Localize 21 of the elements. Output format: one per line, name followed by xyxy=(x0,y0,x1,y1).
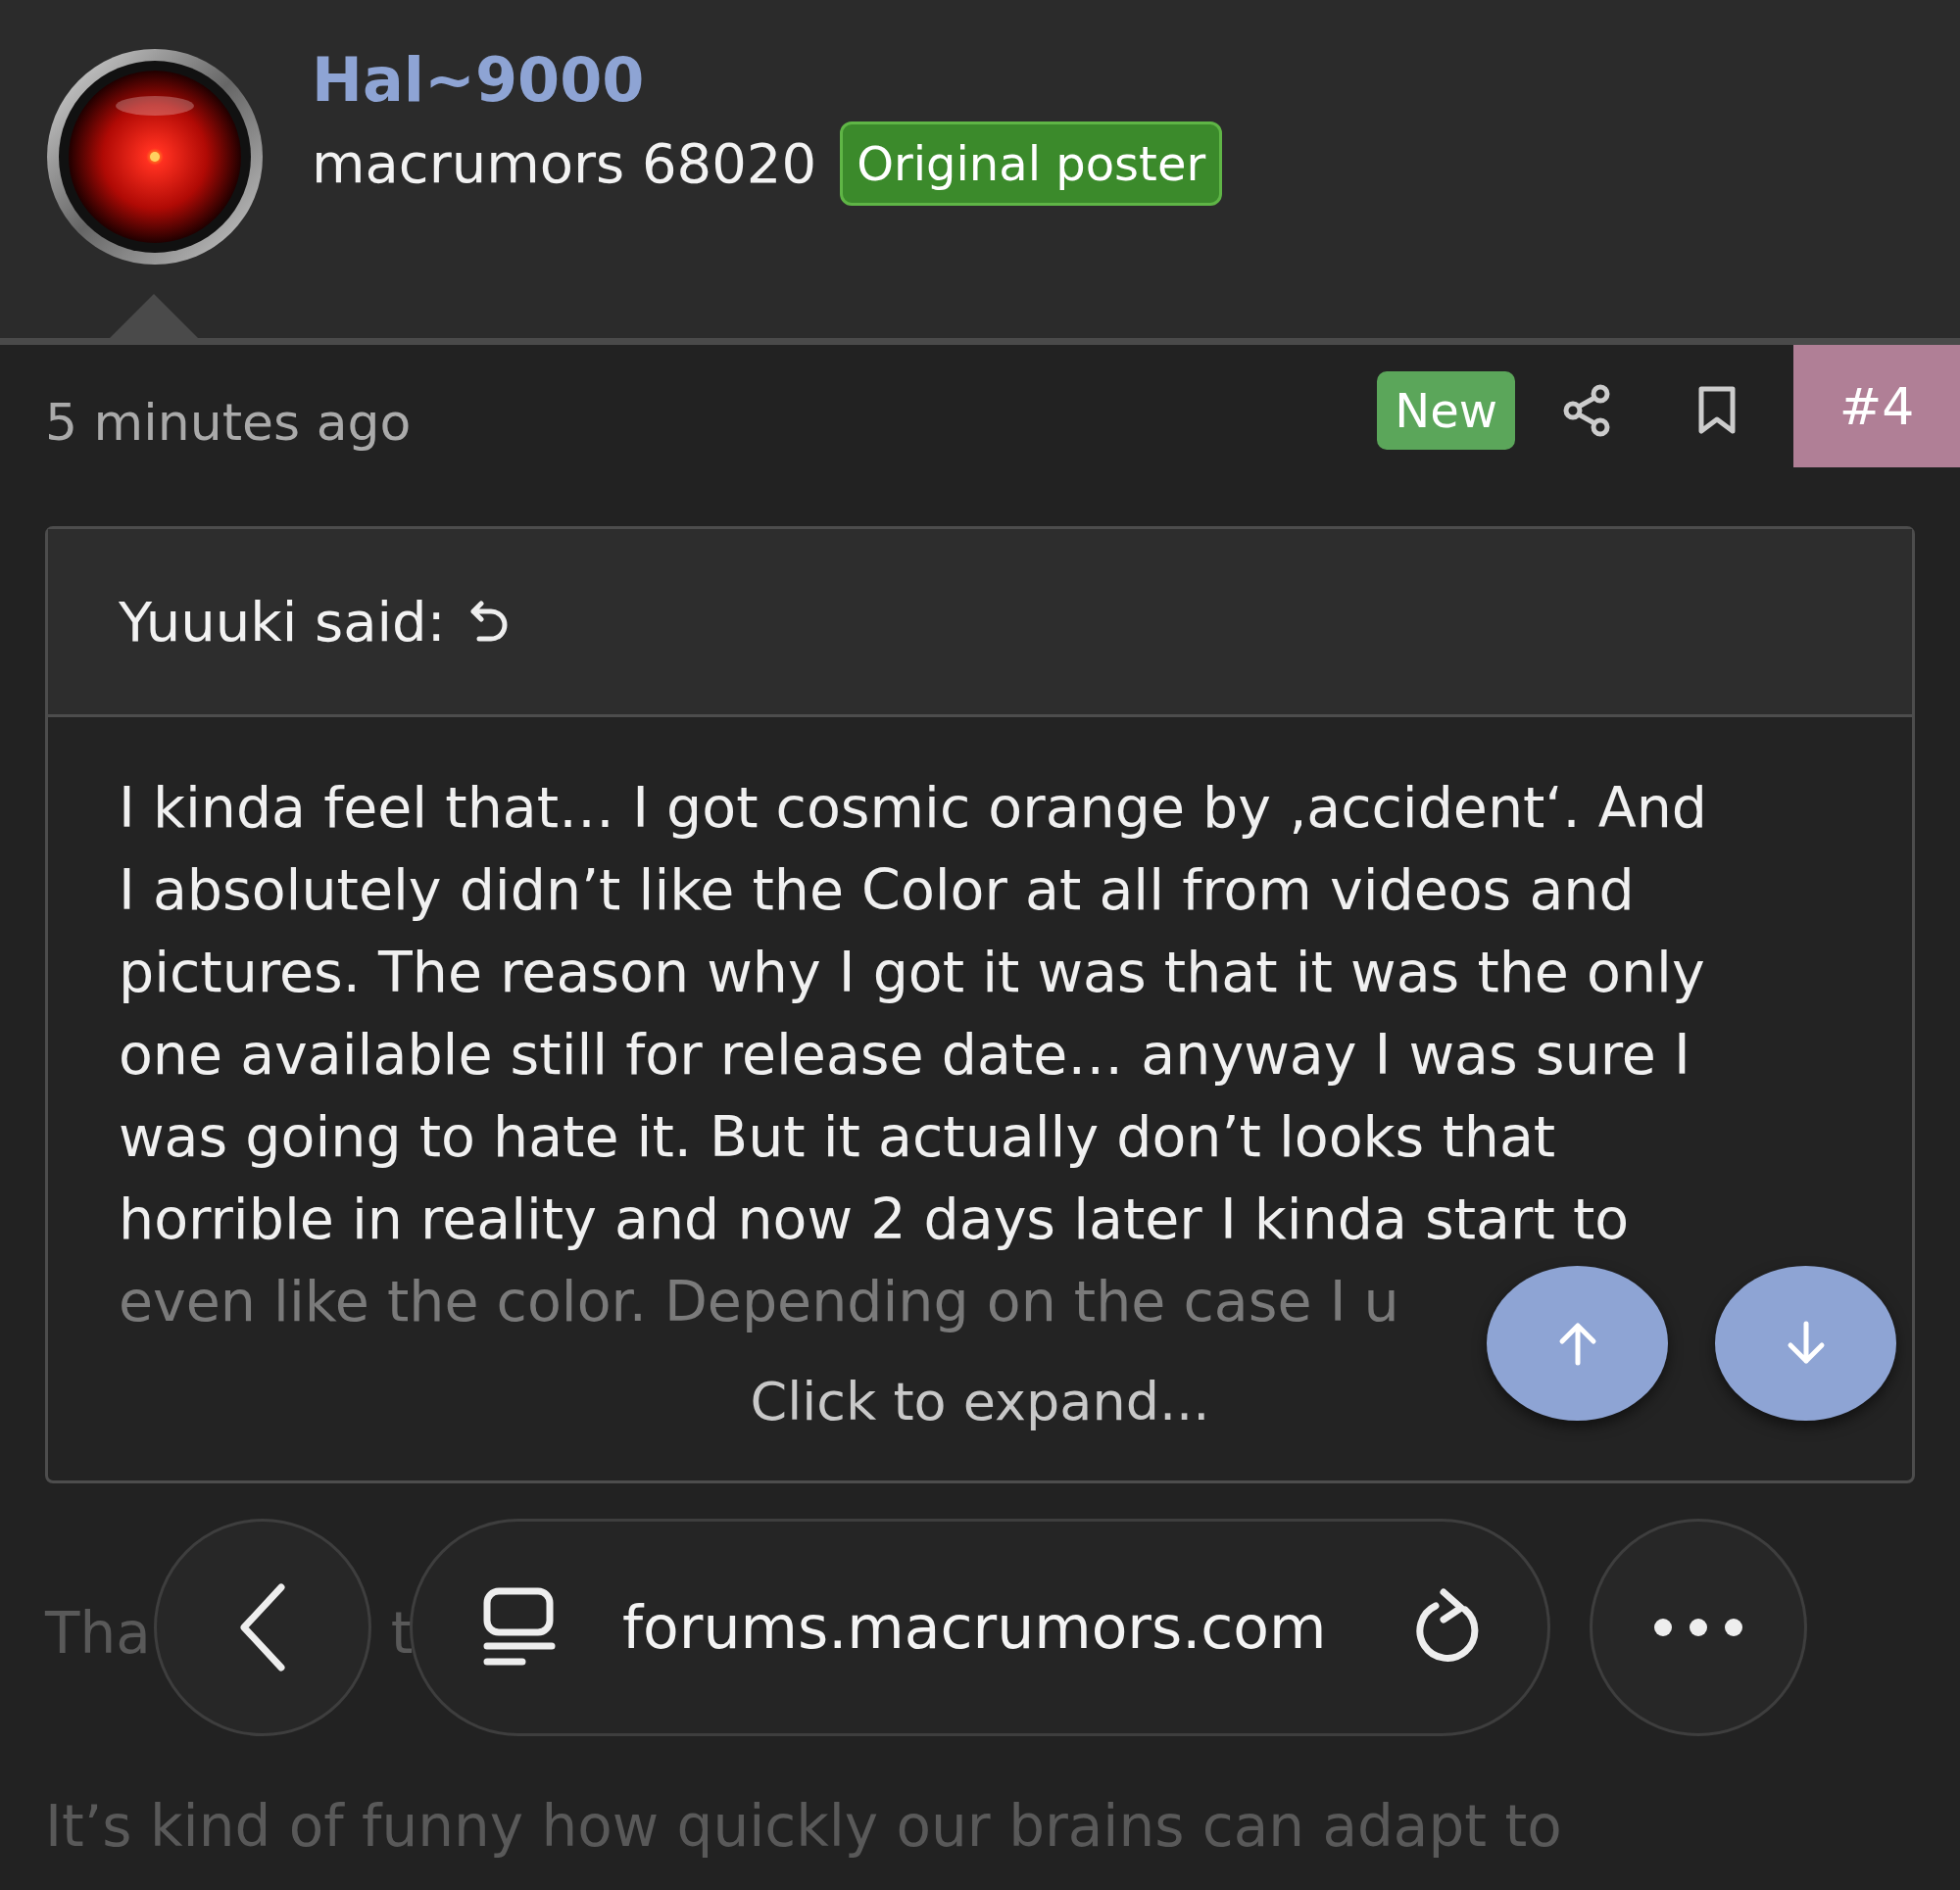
original-poster-badge: Original poster xyxy=(840,121,1223,207)
quote-attribution: Yuuuki said: xyxy=(119,588,446,655)
username-link[interactable]: Hal~9000 xyxy=(312,47,1223,115)
quote-text-line: even like the color. Depending on the case I u xyxy=(119,1268,1399,1335)
quote-text-line: was going to hate it. But it actually don’t looks that xyxy=(119,1103,1556,1171)
more-icon xyxy=(1653,1618,1743,1637)
new-badge: New xyxy=(1377,371,1515,450)
expand-link[interactable]: Click to expand... xyxy=(48,1342,1912,1480)
reader-icon xyxy=(483,1587,556,1668)
quote-text-line: I kinda feel that… I got cosmic orange by ‚accident‘. And xyxy=(119,774,1708,842)
chevron-left-icon xyxy=(238,1583,287,1672)
quote-text-line: I absolutely didn’t like the Color at all from videos and xyxy=(119,856,1635,924)
bookmark-icon[interactable] xyxy=(1697,386,1737,435)
quote-text-line: one available still for release date… anyway I was sure I xyxy=(119,1021,1690,1089)
quote-text-line: horrible in reality and now 2 days later I kinda start to xyxy=(119,1186,1630,1253)
return-arrow-icon[interactable] xyxy=(468,599,509,645)
quote-text-line: pictures. The reason why I got it was that it was the only xyxy=(119,939,1705,1006)
url-text: forums.macrumors.com xyxy=(622,1592,1328,1664)
user-rank: macrumors 68020 xyxy=(312,130,817,198)
post-time: 5 minutes ago xyxy=(44,392,413,454)
share-icon[interactable] xyxy=(1562,384,1611,437)
